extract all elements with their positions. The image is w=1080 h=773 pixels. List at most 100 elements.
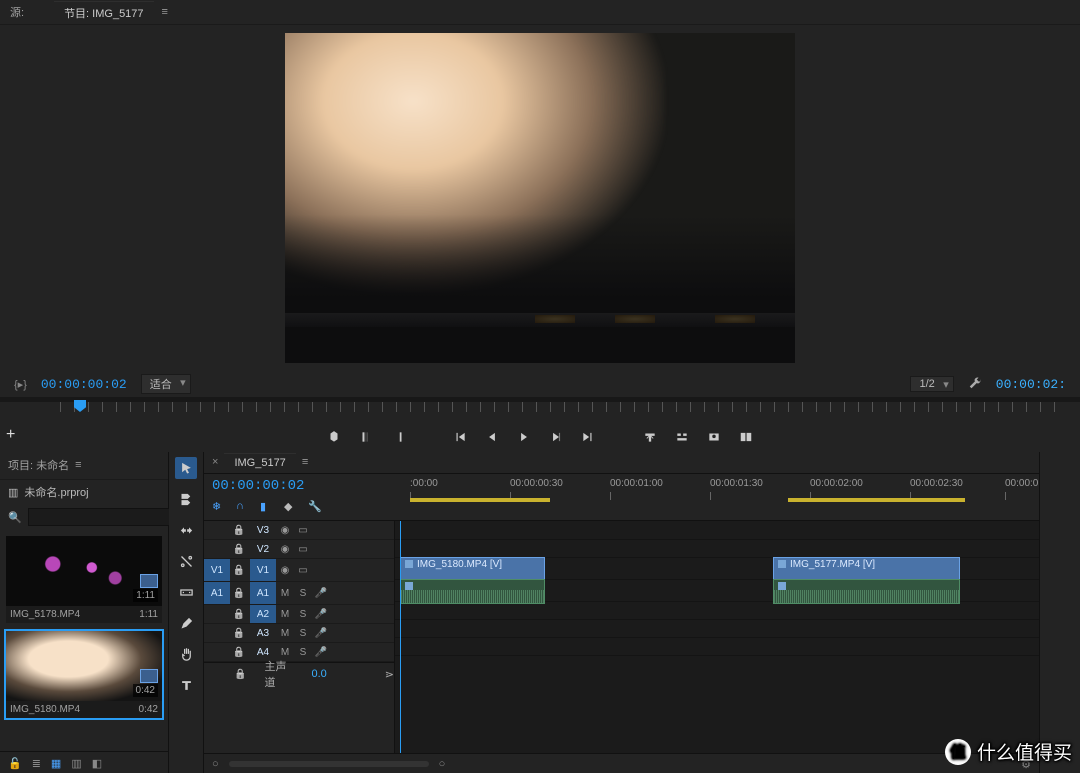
master-track-header[interactable]: 主声道 0.0 ⋗	[204, 662, 394, 685]
selection-tool[interactable]	[175, 457, 197, 479]
video-track-header[interactable]: V1 V1 ◉ ▭	[204, 559, 394, 582]
slip-tool[interactable]	[175, 581, 197, 603]
go-to-out-button[interactable]	[581, 430, 595, 444]
track-toggle-icon[interactable]: ◉	[276, 525, 294, 536]
timeline-timecode[interactable]: 00:00:00:02	[212, 478, 402, 494]
audio-track-header[interactable]: A3 M S 🎤	[204, 624, 394, 643]
source-patch[interactable]: A1	[204, 582, 230, 604]
source-patch[interactable]	[204, 521, 230, 539]
timeline-zoom-out-icon[interactable]: ○	[212, 758, 219, 770]
add-panel-button[interactable]: +	[6, 426, 15, 444]
voiceover-icon[interactable]: 🎤	[312, 628, 330, 639]
settings-wrench-icon[interactable]	[968, 376, 982, 393]
export-frame-button[interactable]	[707, 430, 721, 444]
step-back-button[interactable]	[485, 430, 499, 444]
project-clip[interactable]: 1:11 IMG_5178.MP41:11	[6, 536, 162, 623]
track-toggle-icon[interactable]: M	[276, 609, 294, 620]
razor-tool[interactable]	[175, 550, 197, 572]
project-clip[interactable]: 0:42 IMG_5180.MP40:42	[6, 631, 162, 718]
linked-selection-icon[interactable]: ∩	[236, 500, 250, 514]
track-toggle-icon[interactable]: M	[276, 628, 294, 639]
track-toggle-icon[interactable]: M	[276, 588, 294, 599]
sort-icon[interactable]: ◧	[92, 757, 102, 770]
track-sync-icon[interactable]: S	[294, 588, 312, 599]
voiceover-icon[interactable]: 🎤	[312, 647, 330, 658]
snap-icon[interactable]: ❄	[212, 500, 226, 514]
track-toggle-icon[interactable]: ◉	[276, 544, 294, 555]
work-area-bar[interactable]	[410, 498, 550, 502]
track-lane[interactable]	[395, 637, 1039, 656]
mark-in-button[interactable]	[359, 430, 373, 444]
chevron-right-icon[interactable]: ⋗	[385, 668, 394, 681]
track-toggle-icon[interactable]: M	[276, 647, 294, 658]
track-sync-icon[interactable]: ▭	[294, 544, 312, 555]
lock-icon[interactable]: 🔓	[8, 757, 22, 770]
timeline-menu-icon[interactable]: ≡	[302, 456, 308, 468]
timeline-wrench-icon[interactable]: 🔧	[308, 500, 322, 514]
program-timecode[interactable]: 00:00:00:02	[41, 377, 127, 392]
play-button[interactable]	[517, 430, 531, 444]
icon-view-icon[interactable]: ▦	[51, 757, 61, 770]
panel-menu-icon[interactable]: ≡	[75, 459, 81, 471]
timeline-zoom-slider[interactable]	[229, 761, 429, 767]
track-area[interactable]: IMG_5180.MP4 [V]IMG_5177.MP4 [V]	[395, 521, 1039, 753]
program-scrubber[interactable]	[0, 402, 1080, 422]
track-lock-icon[interactable]	[230, 525, 248, 536]
go-to-in-button[interactable]	[453, 430, 467, 444]
pen-tool[interactable]	[175, 612, 197, 634]
step-forward-button[interactable]	[549, 430, 563, 444]
hand-tool[interactable]	[175, 643, 197, 665]
lift-button[interactable]	[643, 430, 657, 444]
source-patch[interactable]: V1	[204, 559, 230, 581]
freeform-view-icon[interactable]: ▥	[71, 757, 81, 770]
ripple-edit-tool[interactable]	[175, 519, 197, 541]
audio-track-header[interactable]: A4 M S 🎤	[204, 643, 394, 662]
track-lane[interactable]	[395, 619, 1039, 638]
track-lock-icon[interactable]	[230, 647, 248, 658]
mark-out-button[interactable]	[391, 430, 405, 444]
source-patch[interactable]	[204, 643, 230, 661]
timeline-clip[interactable]	[400, 579, 545, 604]
project-search-input[interactable]	[28, 508, 184, 526]
brace-icon[interactable]: {▸}	[14, 378, 27, 391]
add-marker-button[interactable]	[327, 430, 341, 444]
type-tool[interactable]	[175, 674, 197, 696]
work-area-bar[interactable]	[788, 498, 965, 502]
track-target[interactable]: A2	[250, 605, 276, 623]
track-sync-icon[interactable]: ▭	[294, 565, 312, 576]
source-patch[interactable]	[204, 540, 230, 558]
timeline-zoom-in-icon[interactable]: ○	[439, 758, 446, 770]
project-file[interactable]: ▥ 未命名.prproj	[0, 480, 168, 504]
voiceover-icon[interactable]: 🎤	[312, 588, 330, 599]
track-lock-icon[interactable]	[230, 565, 248, 576]
timeline-ruler[interactable]: :00:0000:00:00:3000:00:01:0000:00:01:300…	[410, 474, 1039, 520]
track-sync-icon[interactable]: S	[294, 628, 312, 639]
extract-button[interactable]	[675, 430, 689, 444]
comparison-button[interactable]	[739, 430, 753, 444]
source-patch[interactable]	[204, 605, 230, 623]
track-lock-icon[interactable]	[230, 609, 248, 620]
track-target[interactable]: V2	[250, 540, 276, 558]
track-target[interactable]: A1	[250, 582, 276, 604]
marker-tool-icon[interactable]: ▮	[260, 500, 274, 514]
resolution-dropdown[interactable]: 1/2	[910, 376, 953, 392]
video-track-header[interactable]: V2 ◉ ▭	[204, 540, 394, 559]
track-sync-icon[interactable]: S	[294, 609, 312, 620]
voiceover-icon[interactable]: 🎤	[312, 609, 330, 620]
track-target[interactable]: V3	[250, 521, 276, 539]
program-tab[interactable]: 节目: IMG_5177	[54, 1, 153, 24]
audio-track-header[interactable]: A2 M S 🎤	[204, 605, 394, 624]
track-select-tool[interactable]	[175, 488, 197, 510]
tab-menu-icon[interactable]: ≡	[162, 6, 168, 18]
add-marker-icon[interactable]: ◆	[284, 500, 298, 514]
zoom-fit-dropdown[interactable]: 适合	[141, 374, 191, 394]
track-lane[interactable]	[395, 521, 1039, 540]
track-target[interactable]: V1	[250, 559, 276, 581]
timeline-clip[interactable]	[773, 579, 960, 604]
track-target[interactable]: A3	[250, 624, 276, 642]
audio-track-header[interactable]: A1 A1 M S 🎤	[204, 582, 394, 605]
track-lock-icon[interactable]	[230, 588, 248, 599]
playhead[interactable]	[400, 521, 401, 753]
source-patch[interactable]	[204, 624, 230, 642]
track-sync-icon[interactable]: S	[294, 647, 312, 658]
